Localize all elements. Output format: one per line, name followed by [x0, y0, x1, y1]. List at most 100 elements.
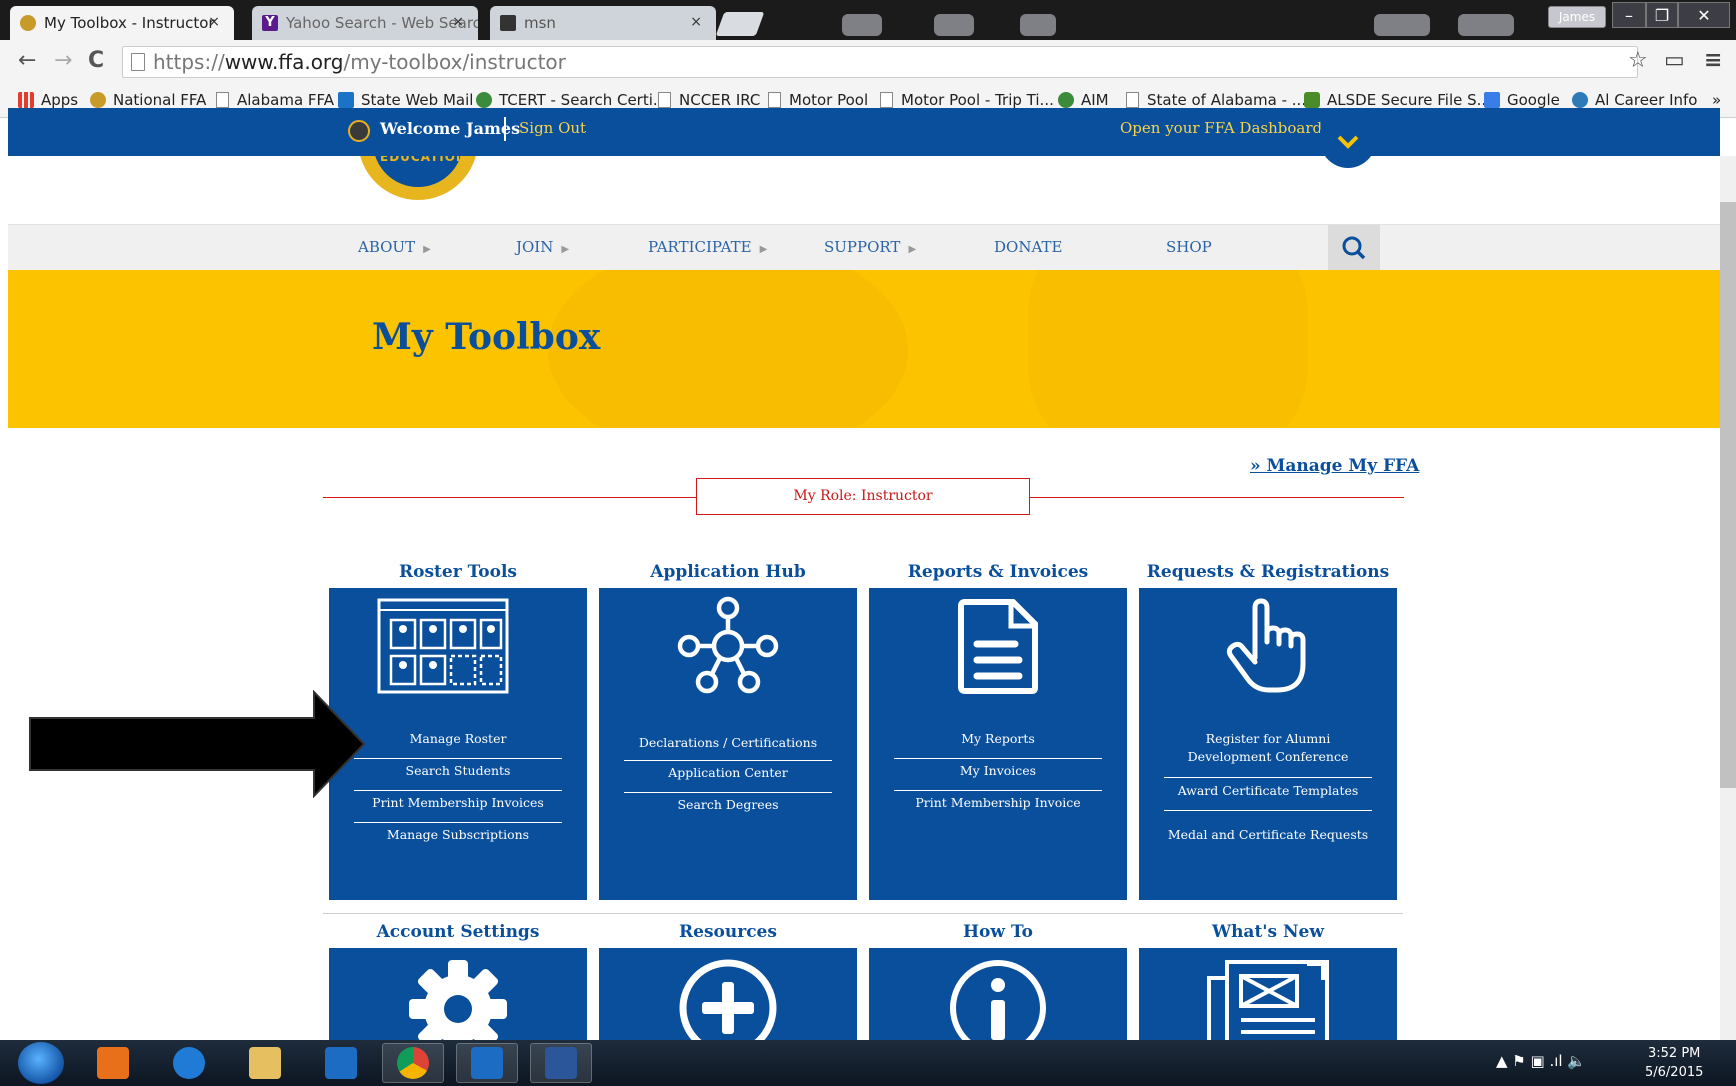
taskbar-media-player[interactable]: [82, 1043, 144, 1083]
nav-donate[interactable]: DONATE: [994, 238, 1062, 256]
nav-label: SUPPORT: [824, 238, 901, 256]
search-degrees-link[interactable]: Search Degrees: [624, 796, 832, 814]
bookmark-label: NCCER IRC: [679, 91, 761, 109]
minimize-button[interactable]: –: [1612, 2, 1646, 28]
taskbar-internet-explorer[interactable]: [158, 1043, 220, 1083]
print-membership-invoice-link[interactable]: Print Membership Invoice: [894, 794, 1102, 812]
divider: [323, 497, 696, 498]
my-invoices-link[interactable]: My Invoices: [894, 762, 1102, 780]
cast-icon[interactable]: ▭: [1664, 48, 1685, 73]
close-tab-icon[interactable]: ×: [208, 14, 220, 30]
roster-icon: [377, 598, 509, 694]
windows-taskbar: ▲ ⚑ ▣ .ıl 🔈 3:52 PM 5/6/2015: [0, 1040, 1736, 1086]
bookmark-nccer-irc[interactable]: NCCER IRC: [658, 91, 760, 109]
system-clock[interactable]: 3:52 PM 5/6/2015: [1645, 1044, 1703, 1082]
bookmark-google[interactable]: Google: [1484, 91, 1560, 109]
forward-button[interactable]: →: [54, 48, 72, 73]
bookmarks-overflow-button[interactable]: »: [1712, 91, 1721, 109]
chrome-icon: [397, 1047, 429, 1079]
hero-banner: My Toolbox: [8, 270, 1720, 428]
document-icon: [958, 599, 1038, 694]
bookmark-state-web-mail[interactable]: State Web Mail: [338, 91, 473, 109]
taskbar-outlook[interactable]: [310, 1043, 372, 1083]
chevron-down-icon[interactable]: [1334, 128, 1362, 156]
tab-yahoo-search[interactable]: Y Yahoo Search - Web Searc ×: [252, 6, 478, 40]
medal-certificate-requests-link[interactable]: Medal and Certificate Requests: [1164, 826, 1372, 844]
nav-about[interactable]: ABOUT ▶: [358, 238, 431, 256]
tile-account-settings[interactable]: [329, 948, 587, 1040]
bookmark-label: ALSDE Secure File S...: [1327, 91, 1491, 109]
reload-button[interactable]: C: [88, 48, 104, 73]
close-tab-icon[interactable]: ×: [452, 14, 464, 30]
bookmark-tcert[interactable]: TCERT - Search Certi...: [476, 91, 667, 109]
nav-label: ABOUT: [358, 238, 416, 256]
main-navigation: ABOUT ▶ JOIN ▶ PARTICIPATE ▶ SUPPORT ▶ DONAT…: [8, 224, 1720, 271]
declarations-certifications-link[interactable]: Declarations / Certifications: [624, 734, 832, 752]
register-alumni-conference-link[interactable]: Register for Alumni Development Conferen…: [1164, 730, 1372, 766]
bookmark-label: AIM: [1081, 91, 1109, 109]
restore-button[interactable]: ❐: [1646, 2, 1678, 28]
newspaper-icon: [1207, 960, 1329, 1040]
pointing-hand-icon: [1226, 598, 1306, 693]
tab-msn[interactable]: msn ×: [490, 6, 716, 40]
bookmark-state-of-alabama[interactable]: State of Alabama - ...: [1126, 91, 1306, 109]
taskbar-file-explorer[interactable]: [234, 1043, 296, 1083]
nav-join[interactable]: JOIN ▶: [516, 238, 569, 256]
bookmark-motor-pool-trip[interactable]: Motor Pool - Trip Ti...: [880, 91, 1054, 109]
divider: [624, 760, 832, 761]
page-icon: [768, 92, 781, 108]
search-students-link[interactable]: Search Students: [354, 762, 562, 780]
bookmark-national-ffa[interactable]: National FFA: [90, 91, 206, 109]
nav-support[interactable]: SUPPORT ▶: [824, 238, 916, 256]
tile-whats-new[interactable]: [1139, 948, 1397, 1040]
tile-how-to[interactable]: [869, 948, 1127, 1040]
url-input[interactable]: https://www.ffa.org/my-toolbox/instructo…: [122, 46, 1638, 78]
bookmark-label: State of Alabama - ...: [1147, 91, 1307, 109]
application-center-link[interactable]: Application Center: [624, 764, 832, 782]
sign-out-link[interactable]: Sign Out: [519, 119, 586, 137]
nav-shop[interactable]: SHOP: [1166, 238, 1212, 256]
search-button[interactable]: [1328, 225, 1380, 271]
divider: [894, 758, 1102, 759]
network-hub-icon: [677, 596, 779, 694]
taskbar-word[interactable]: [530, 1043, 592, 1083]
bookmark-star-icon[interactable]: ☆: [1628, 48, 1648, 73]
open-dashboard-link[interactable]: Open your FFA Dashboard: [1120, 119, 1322, 137]
menu-icon[interactable]: ≡: [1704, 48, 1722, 73]
close-tab-icon[interactable]: ×: [690, 14, 702, 30]
bookmark-apps[interactable]: Apps: [18, 91, 78, 109]
taskbar-chrome[interactable]: [382, 1043, 444, 1083]
profile-button[interactable]: James: [1548, 6, 1606, 28]
tile-resources[interactable]: [599, 948, 857, 1040]
manage-roster-link[interactable]: Manage Roster: [354, 730, 562, 748]
taskbar-outlook-window[interactable]: [456, 1043, 518, 1083]
start-button[interactable]: [18, 1042, 64, 1084]
my-reports-link[interactable]: My Reports: [894, 730, 1102, 748]
tab-my-toolbox[interactable]: My Toolbox - Instructor ×: [10, 6, 234, 40]
scrollbar-thumb[interactable]: [1720, 202, 1736, 788]
clock-date: 5/6/2015: [1645, 1065, 1704, 1080]
nav-participate[interactable]: PARTICIPATE ▶: [648, 238, 767, 256]
new-tab-button[interactable]: [715, 12, 765, 36]
system-tray-icons[interactable]: ▲ ⚑ ▣ .ıl 🔈: [1496, 1052, 1586, 1070]
browser-tab-strip: My Toolbox - Instructor × Y Yahoo Search…: [0, 0, 1736, 40]
close-window-button[interactable]: ✕: [1678, 2, 1730, 28]
section-divider: [323, 913, 1403, 914]
divider: [1030, 497, 1404, 498]
award-certificate-templates-link[interactable]: Award Certificate Templates: [1164, 782, 1372, 800]
bookmark-motor-pool[interactable]: Motor Pool: [768, 91, 868, 109]
manage-my-ffa-link[interactable]: » Manage My FFA: [1250, 456, 1419, 476]
print-membership-invoices-link[interactable]: Print Membership Invoices: [354, 794, 562, 812]
bookmark-alabama-ffa[interactable]: Alabama FFA: [216, 91, 334, 109]
bookmark-aim[interactable]: AIM: [1058, 91, 1109, 109]
ffa-emblem-icon: [90, 92, 106, 108]
divider: [624, 792, 832, 793]
bookmark-label: Alabama FFA: [237, 91, 335, 109]
back-button[interactable]: ←: [18, 48, 36, 73]
manage-subscriptions-link[interactable]: Manage Subscriptions: [354, 826, 562, 844]
bookmark-al-career-info[interactable]: Al Career Info: [1572, 91, 1697, 109]
bookmark-alsde[interactable]: ALSDE Secure File S...: [1304, 91, 1491, 109]
gear-icon: [409, 960, 507, 1040]
ffa-emblem-icon: [20, 15, 36, 31]
page-icon: [1126, 92, 1139, 108]
